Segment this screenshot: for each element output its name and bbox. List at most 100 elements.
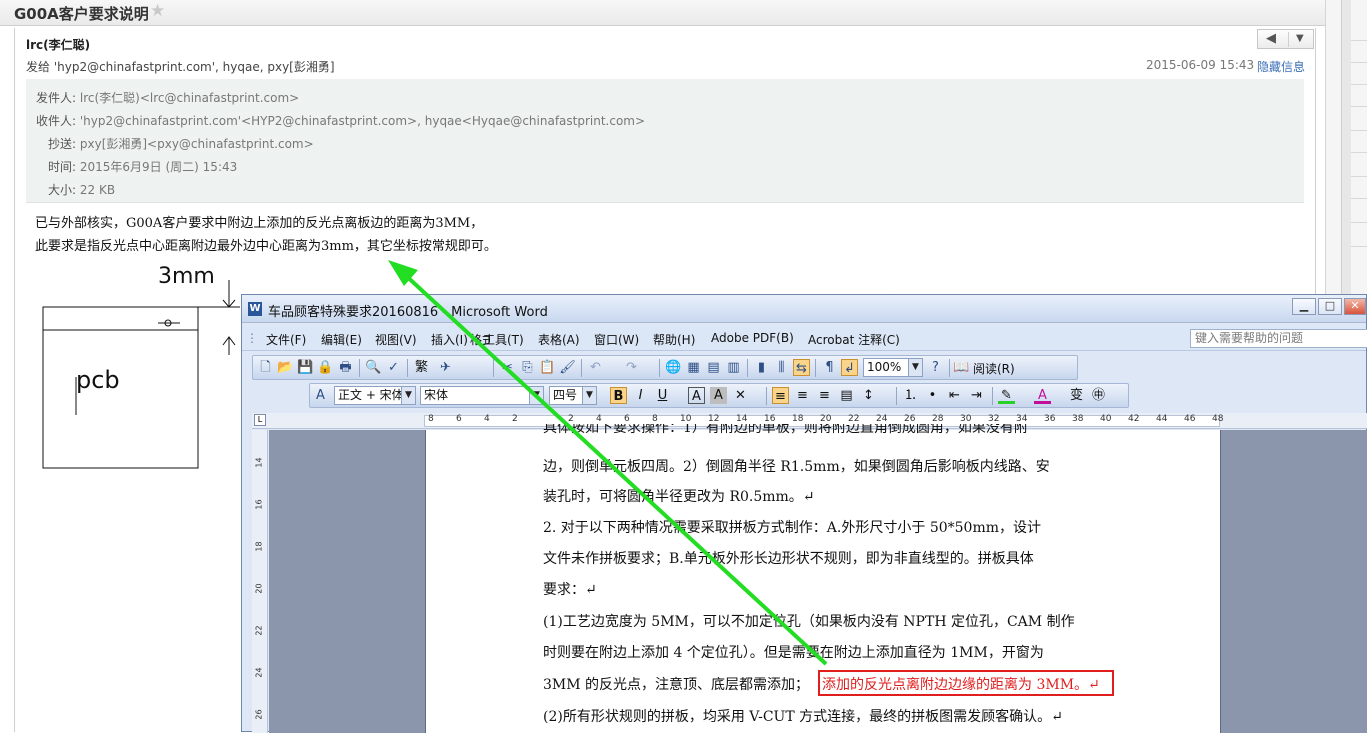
format-painter-icon[interactable]: 🖌 <box>559 359 576 376</box>
cut-icon[interactable]: ✂ <box>499 359 516 376</box>
close-icon[interactable]: ✕ <box>1344 298 1366 315</box>
permission-icon[interactable]: 🔒 <box>317 359 334 376</box>
vertical-ruler[interactable]: 14 16 18 20 22 24 26 <box>252 430 268 733</box>
help-icon[interactable]: ? <box>927 359 944 376</box>
sender-name[interactable]: lrc(李仁聪) <box>26 36 90 53</box>
insert-excel-icon[interactable]: ▥ <box>725 359 742 376</box>
divider <box>766 387 767 405</box>
time-label: 时间: <box>48 160 77 174</box>
spelling-icon[interactable]: ✓ <box>385 359 402 376</box>
paragraph-marks-icon[interactable]: ↲ <box>841 359 858 376</box>
from-value[interactable]: lrc(李仁聪)<lrc@chinafastprint.com> <box>80 91 299 105</box>
bold-icon[interactable]: B <box>610 387 627 404</box>
menu-acrobat-comments[interactable]: Acrobat 注释(C) <box>808 331 900 348</box>
menu-insert[interactable]: 插入(I) <box>431 331 468 348</box>
header-size: 大小: 22 KB <box>48 181 115 198</box>
maximize-icon[interactable]: □ <box>1318 298 1342 315</box>
redo-icon[interactable]: ↷ <box>623 359 640 376</box>
research-icon[interactable]: ✈ <box>437 359 454 376</box>
mail-subject-bar: G00A客户要求说明 ★ <box>0 0 1325 26</box>
doc-line-9[interactable]: 3MM 的反光点，注意顶、底层都需添加； <box>543 674 809 694</box>
cc-value[interactable]: pxy[彭湘勇]<pxy@chinafastprint.com> <box>80 137 314 151</box>
reply-icon[interactable]: ◀ <box>1266 31 1276 46</box>
italic-icon[interactable]: I <box>632 387 649 404</box>
divider <box>659 359 660 377</box>
doc-line-3[interactable]: 装孔时，可将圆角半径更改为 R0.5mm。↵ <box>543 486 815 506</box>
char-shading-icon[interactable]: A <box>710 387 727 404</box>
doc-line-10[interactable]: (2)所有形状规则的拼板，均采用 V-CUT 方式连接，最终的拼板图需发顾客确认… <box>543 706 1063 726</box>
divider <box>581 359 582 377</box>
align-justify-icon[interactable]: ≡ <box>772 387 789 404</box>
drawing-icon[interactable]: ⫼ <box>773 359 790 376</box>
menu-table[interactable]: 表格(A) <box>538 331 580 348</box>
doc-line-8[interactable]: 时则要在附边上添加 4 个定位孔）。但是需要在附边上添加直径为 1MM，开窗为 <box>543 642 1044 662</box>
menu-edit[interactable]: 编辑(E) <box>321 331 362 348</box>
open-icon[interactable]: 📂 <box>277 359 294 376</box>
menu-tools[interactable]: 工具(T) <box>483 331 524 348</box>
tables-borders-icon[interactable]: ▦ <box>685 359 702 376</box>
menu-window[interactable]: 窗口(W) <box>594 331 639 348</box>
doc-line-5[interactable]: 文件未作拼板要求；B.单元板外形长边形状不规则，即为非直线型的。拼板具体 <box>543 548 1034 568</box>
doc-line-7[interactable]: (1)工艺边宽度为 5MM，可以不加定位孔（如果板内没有 NPTH 定位孔，CA… <box>543 611 1075 631</box>
style-select[interactable]: 正文 + 宋体 ▼ <box>334 386 416 405</box>
highlight-icon[interactable]: ✎ <box>998 387 1015 404</box>
print-preview-icon[interactable]: 🔍 <box>365 359 382 376</box>
to-value[interactable]: 'hyp2@chinafastprint.com'<HYP2@chinafast… <box>80 114 645 128</box>
chevron-down-icon[interactable]: ▼ <box>401 387 415 404</box>
menubar-grip: ⋮ <box>246 331 258 345</box>
styles-pane-icon[interactable]: A <box>312 387 329 404</box>
menu-help[interactable]: 帮助(H) <box>653 331 695 348</box>
document-map-icon[interactable]: ⇆ <box>793 359 810 376</box>
paste-icon[interactable]: 📋 <box>539 359 556 376</box>
undo-icon[interactable]: ↶ <box>587 359 604 376</box>
doc-line-6[interactable]: 要求：↵ <box>543 579 597 599</box>
distributed-icon[interactable]: ▤ <box>838 387 855 404</box>
phonetic-guide-icon[interactable]: 变 <box>1068 387 1085 404</box>
font-color-icon[interactable]: A <box>1034 387 1051 404</box>
chevron-down-icon[interactable]: ▼ <box>529 387 543 404</box>
align-center-icon[interactable]: ≡ <box>794 387 811 404</box>
star-icon[interactable]: ★ <box>150 1 165 21</box>
print-icon[interactable]: 🖶 <box>337 359 354 376</box>
decrease-indent-icon[interactable]: ⇤ <box>946 387 963 404</box>
new-doc-icon[interactable]: 🗋 <box>257 359 274 376</box>
save-icon[interactable]: 💾 <box>297 359 314 376</box>
help-search-input[interactable]: 键入需要帮助的问题 <box>1190 329 1367 348</box>
bullets-icon[interactable]: • <box>924 387 941 404</box>
copy-icon[interactable]: ⎘ <box>519 359 536 376</box>
line-spacing-icon[interactable]: ↕ <box>860 387 877 404</box>
insert-table-icon[interactable]: ▤ <box>705 359 722 376</box>
doc-line-2[interactable]: 边，则倒单元板四周。2）倒圆角半径 R1.5mm，如果倒圆角后影响板内线路、安 <box>543 456 1050 476</box>
hyperlink-icon[interactable]: 🌐 <box>665 359 682 376</box>
font-select[interactable]: 宋体 ▼ <box>420 386 544 405</box>
columns-icon[interactable]: ▮ <box>753 359 770 376</box>
underline-icon[interactable]: U <box>654 387 671 404</box>
tab-stop-selector[interactable]: L <box>254 414 266 426</box>
chevron-down-icon[interactable]: ▼ <box>908 359 922 376</box>
enclose-char-icon[interactable]: ㊥ <box>1090 387 1107 404</box>
font-size-select[interactable]: 四号 ▼ <box>549 386 597 405</box>
menu-view[interactable]: 视图(V) <box>375 331 417 348</box>
to-label: 收件人: <box>36 114 77 128</box>
doc-line-1[interactable]: 具体按如下要求操作：1）有附边的单板，则将附边直角倒成圆角，如果没有附 <box>543 424 1028 438</box>
read-mode-button[interactable]: 阅读(R) <box>973 360 1015 377</box>
hide-info-link[interactable]: 隐藏信息 <box>1257 58 1305 75</box>
numbering-icon[interactable]: ⒈ <box>902 387 919 404</box>
minimize-icon[interactable]: ▁ <box>1292 298 1316 315</box>
char-border-icon[interactable]: A <box>688 387 705 404</box>
menu-file[interactable]: 文件(F) <box>266 331 306 348</box>
menu-adobe-pdf[interactable]: Adobe PDF(B) <box>711 331 794 345</box>
vertical-ruler-tick-label: 16 <box>254 499 264 510</box>
read-mode-icon[interactable]: 📖 <box>953 359 970 376</box>
traditional-chinese-icon[interactable]: 繁 <box>413 359 430 376</box>
vertical-ruler-tick-label: 24 <box>254 667 264 678</box>
increase-indent-icon[interactable]: ⇥ <box>968 387 985 404</box>
show-hide-icon[interactable]: ¶ <box>821 359 838 376</box>
word-titlebar[interactable]: W 车品顾客特殊要求20160816 - Microsoft Word ▁ □ … <box>242 295 1366 323</box>
char-scale-icon[interactable]: ✕ <box>732 387 749 404</box>
chevron-down-icon[interactable]: ▼ <box>582 387 596 404</box>
align-right-icon[interactable]: ≡ <box>816 387 833 404</box>
chevron-down-icon[interactable]: ▼ <box>1296 33 1304 44</box>
doc-line-4[interactable]: 2. 对于以下两种情况需要采取拼板方式制作：A.外形尺寸小于 50*50mm，设… <box>543 517 1041 537</box>
zoom-select[interactable]: 100% ▼ <box>863 358 923 377</box>
